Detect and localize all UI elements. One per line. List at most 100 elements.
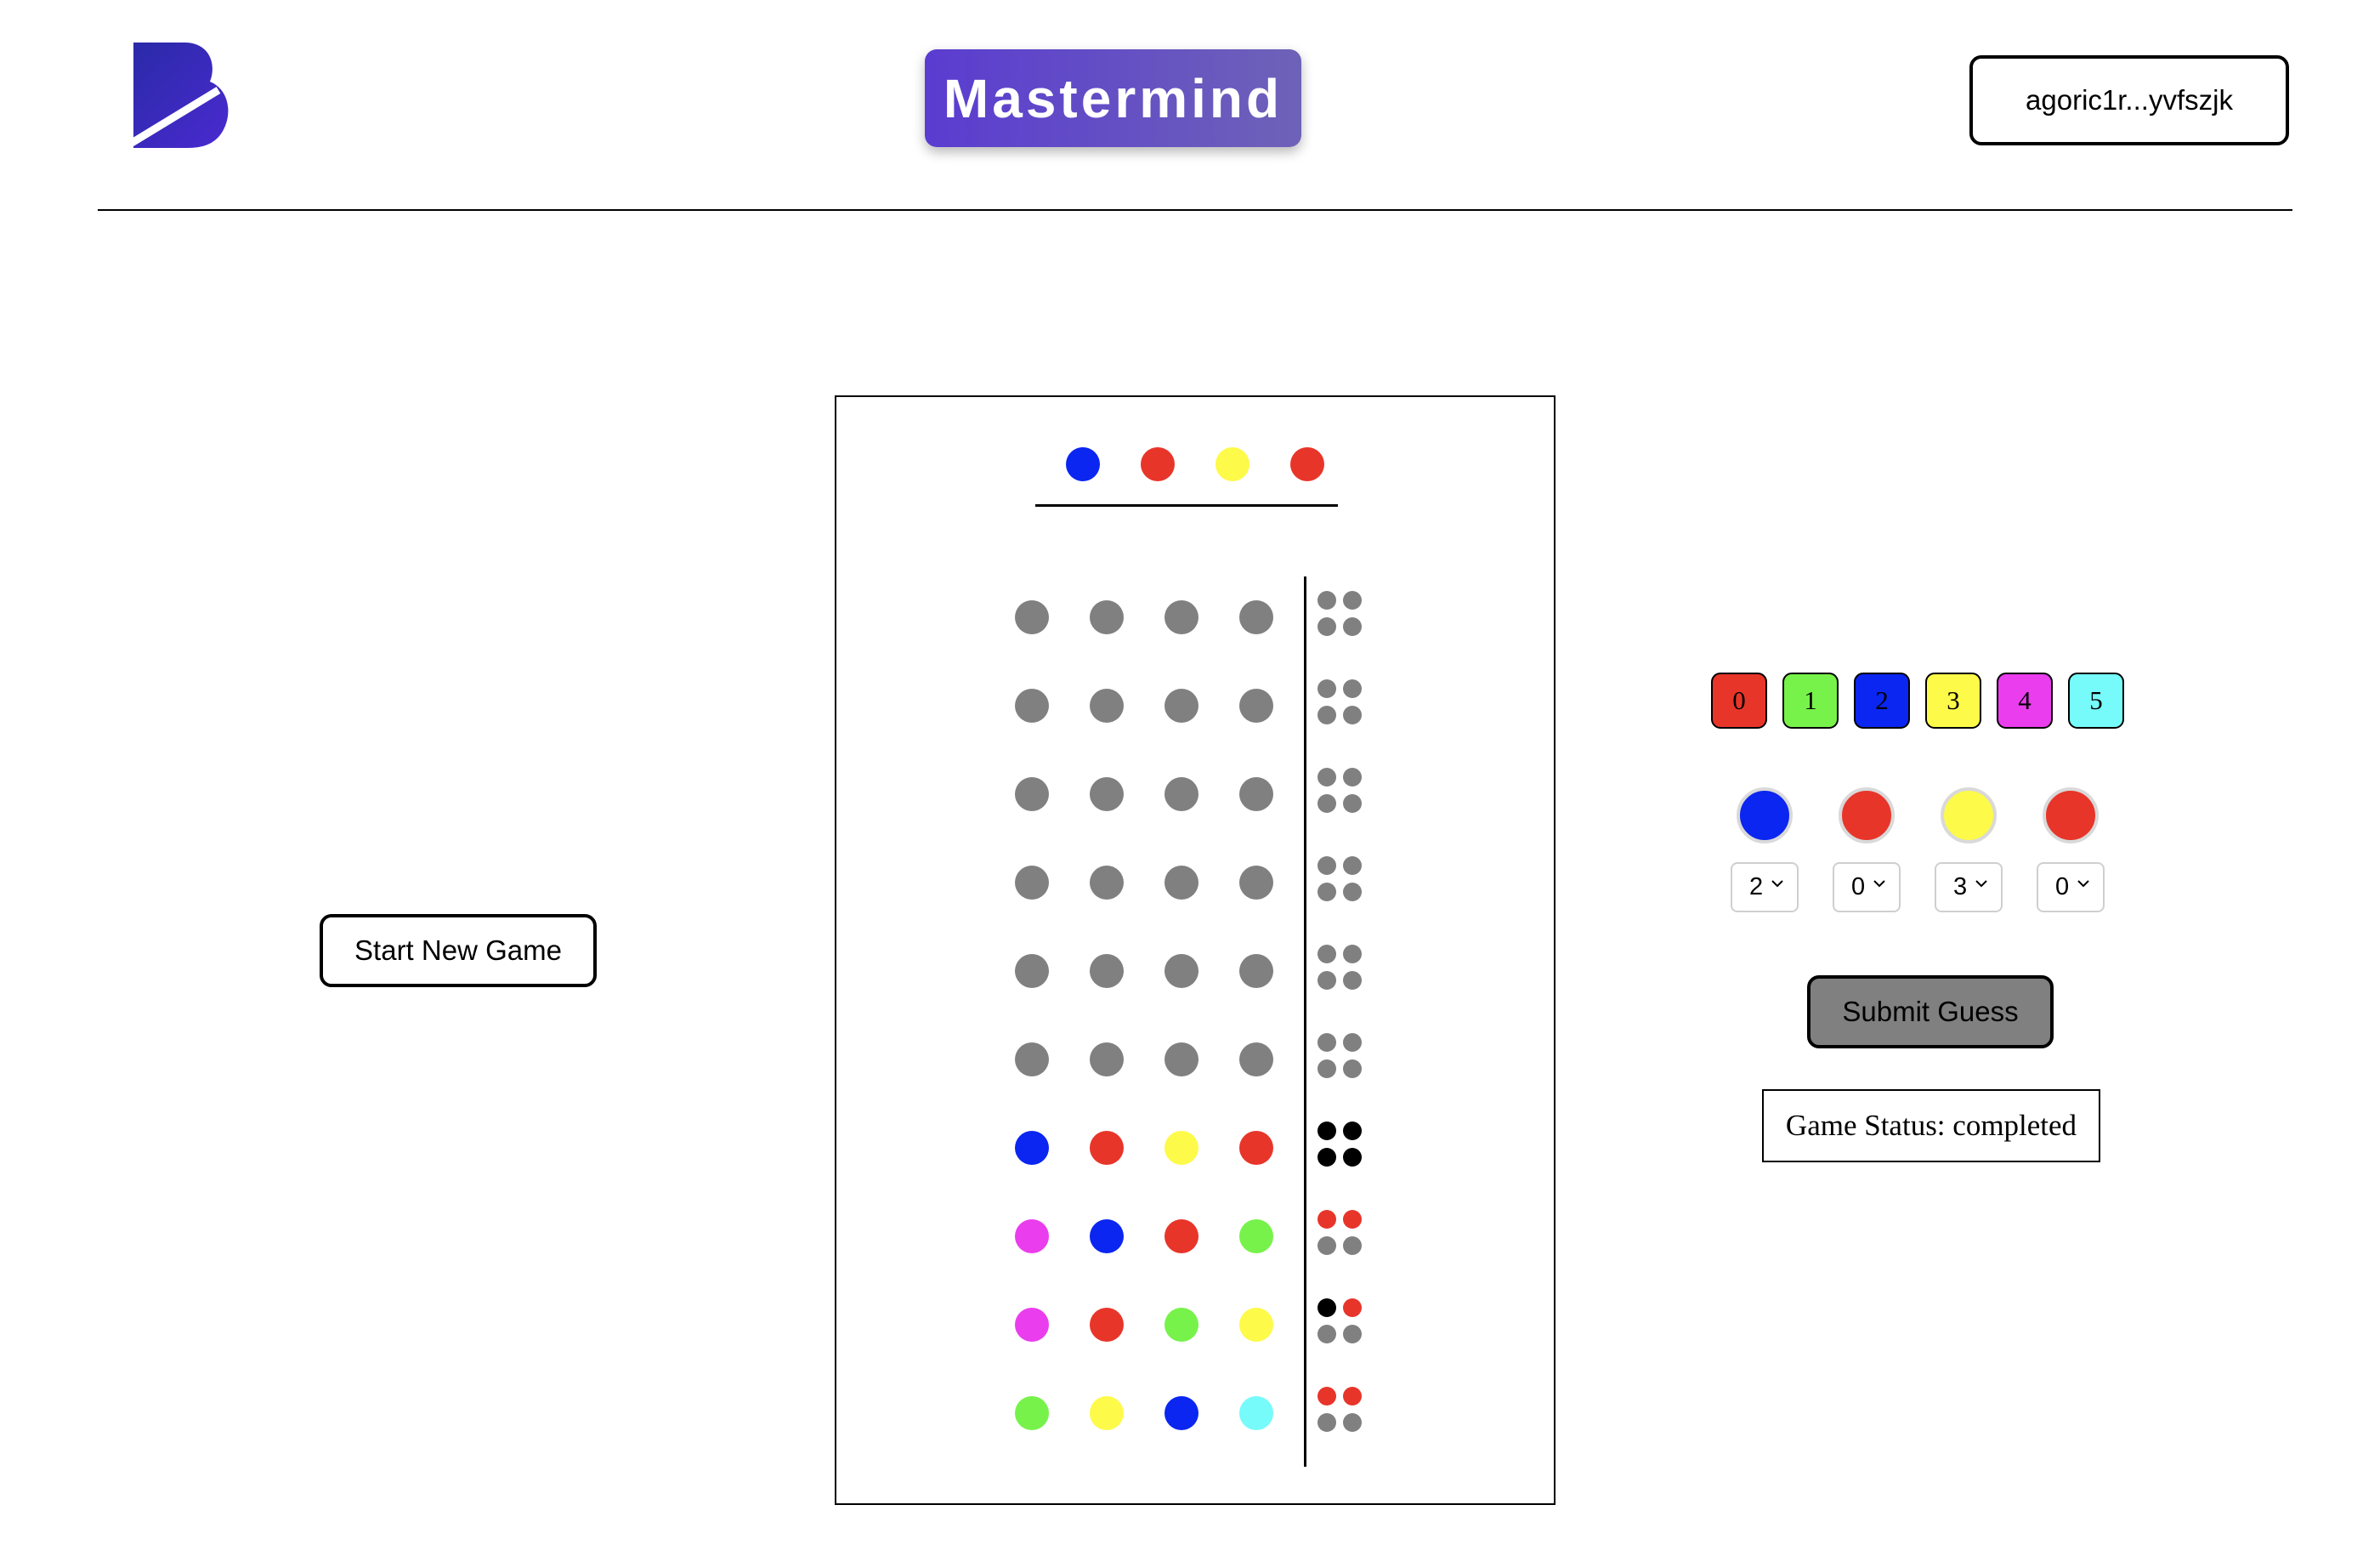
feedback-peg bbox=[1343, 679, 1362, 698]
guess-peg bbox=[1164, 777, 1198, 811]
guess-peg bbox=[1090, 1131, 1124, 1165]
guess-peg bbox=[1090, 689, 1124, 723]
feedback-peg bbox=[1318, 1325, 1336, 1343]
header-divider bbox=[98, 209, 2292, 211]
feedback-peg bbox=[1343, 883, 1362, 901]
chevron-down-icon bbox=[1771, 880, 1783, 888]
secret-divider bbox=[1035, 504, 1338, 507]
feedback-peg bbox=[1318, 883, 1336, 901]
guess-peg bbox=[1090, 866, 1124, 900]
select-value: 2 bbox=[1749, 873, 1764, 900]
feedback-peg bbox=[1343, 1236, 1362, 1255]
guess-peg bbox=[1164, 600, 1198, 634]
feedback-peg bbox=[1318, 1236, 1336, 1255]
guess-peg bbox=[1164, 1396, 1198, 1430]
palette-color-button[interactable]: 4 bbox=[1997, 673, 2053, 729]
guess-peg bbox=[1015, 600, 1049, 634]
submit-guess-button[interactable]: Submit Guess bbox=[1807, 975, 2054, 1048]
guess-peg bbox=[1239, 1396, 1273, 1430]
feedback-peg bbox=[1343, 1325, 1362, 1343]
guess-peg bbox=[1015, 1042, 1049, 1076]
guess-peg bbox=[1239, 1042, 1273, 1076]
game-status: Game Status: completed bbox=[1762, 1089, 2100, 1162]
feedback-peg bbox=[1343, 1122, 1362, 1140]
guess-peg bbox=[1164, 1219, 1198, 1253]
feedback-divider bbox=[1304, 576, 1306, 1467]
guess-peg bbox=[1164, 1308, 1198, 1342]
start-new-game-button[interactable]: Start New Game bbox=[320, 914, 597, 987]
feedback-peg bbox=[1343, 591, 1362, 610]
brand-logo-icon bbox=[132, 43, 229, 148]
feedback-peg bbox=[1318, 856, 1336, 875]
feedback-peg bbox=[1343, 1298, 1362, 1317]
guess-peg bbox=[1239, 1131, 1273, 1165]
guess-peg bbox=[1090, 1396, 1124, 1430]
feedback-peg bbox=[1318, 1387, 1336, 1406]
feedback-peg bbox=[1318, 1413, 1336, 1432]
guess-peg bbox=[1090, 777, 1124, 811]
current-guess-peg bbox=[1737, 787, 1793, 843]
guess-peg bbox=[1164, 1042, 1198, 1076]
guess-peg bbox=[1239, 954, 1273, 988]
wallet-address-button[interactable]: agoric1r...yvfszjk bbox=[1969, 55, 2289, 145]
palette-color-button[interactable]: 5 bbox=[2068, 673, 2124, 729]
feedback-peg bbox=[1343, 1148, 1362, 1167]
feedback-peg bbox=[1343, 945, 1362, 963]
feedback-peg bbox=[1318, 768, 1336, 787]
guess-peg bbox=[1239, 689, 1273, 723]
secret-peg bbox=[1290, 447, 1324, 481]
guess-peg bbox=[1164, 689, 1198, 723]
feedback-peg bbox=[1318, 679, 1336, 698]
peg-color-select[interactable]: 0 bbox=[1833, 862, 1901, 912]
feedback-peg bbox=[1343, 706, 1362, 724]
feedback-peg bbox=[1343, 856, 1362, 875]
chevron-down-icon bbox=[1975, 880, 1987, 888]
page-title: Mastermind bbox=[925, 49, 1301, 147]
palette-color-button[interactable]: 0 bbox=[1711, 673, 1767, 729]
guess-peg bbox=[1015, 1219, 1049, 1253]
feedback-peg bbox=[1318, 1122, 1336, 1140]
guess-peg bbox=[1239, 777, 1273, 811]
guess-peg bbox=[1015, 1131, 1049, 1165]
feedback-peg bbox=[1318, 1298, 1336, 1317]
feedback-peg bbox=[1343, 794, 1362, 813]
chevron-down-icon bbox=[2077, 880, 2089, 888]
guess-peg bbox=[1015, 1308, 1049, 1342]
guess-peg bbox=[1090, 1042, 1124, 1076]
peg-color-select[interactable]: 0 bbox=[2037, 862, 2105, 912]
peg-color-select[interactable]: 3 bbox=[1935, 862, 2003, 912]
guess-peg bbox=[1090, 954, 1124, 988]
feedback-peg bbox=[1343, 1387, 1362, 1406]
palette-color-button[interactable]: 1 bbox=[1782, 673, 1839, 729]
feedback-peg bbox=[1318, 971, 1336, 990]
select-value: 0 bbox=[1851, 873, 1866, 900]
palette-color-button[interactable]: 3 bbox=[1925, 673, 1981, 729]
guess-peg bbox=[1090, 1308, 1124, 1342]
feedback-peg bbox=[1343, 617, 1362, 636]
guess-peg bbox=[1239, 1308, 1273, 1342]
current-guess-peg bbox=[2043, 787, 2099, 843]
secret-peg bbox=[1066, 447, 1100, 481]
feedback-peg bbox=[1343, 1413, 1362, 1432]
guess-peg bbox=[1090, 1219, 1124, 1253]
guess-peg bbox=[1015, 954, 1049, 988]
guess-peg bbox=[1239, 600, 1273, 634]
feedback-peg bbox=[1318, 1210, 1336, 1229]
guess-peg bbox=[1015, 1396, 1049, 1430]
guess-peg bbox=[1164, 954, 1198, 988]
feedback-peg bbox=[1318, 945, 1336, 963]
guess-peg bbox=[1164, 866, 1198, 900]
feedback-peg bbox=[1318, 1059, 1336, 1078]
feedback-peg bbox=[1343, 1033, 1362, 1052]
chevron-down-icon bbox=[1873, 880, 1885, 888]
feedback-peg bbox=[1343, 768, 1362, 787]
guess-peg bbox=[1239, 866, 1273, 900]
secret-peg bbox=[1141, 447, 1175, 481]
peg-color-select[interactable]: 2 bbox=[1731, 862, 1799, 912]
feedback-peg bbox=[1318, 617, 1336, 636]
palette-color-button[interactable]: 2 bbox=[1854, 673, 1910, 729]
game-board bbox=[835, 395, 1556, 1505]
current-guess-peg bbox=[1941, 787, 1997, 843]
feedback-peg bbox=[1343, 1210, 1362, 1229]
feedback-peg bbox=[1343, 1059, 1362, 1078]
